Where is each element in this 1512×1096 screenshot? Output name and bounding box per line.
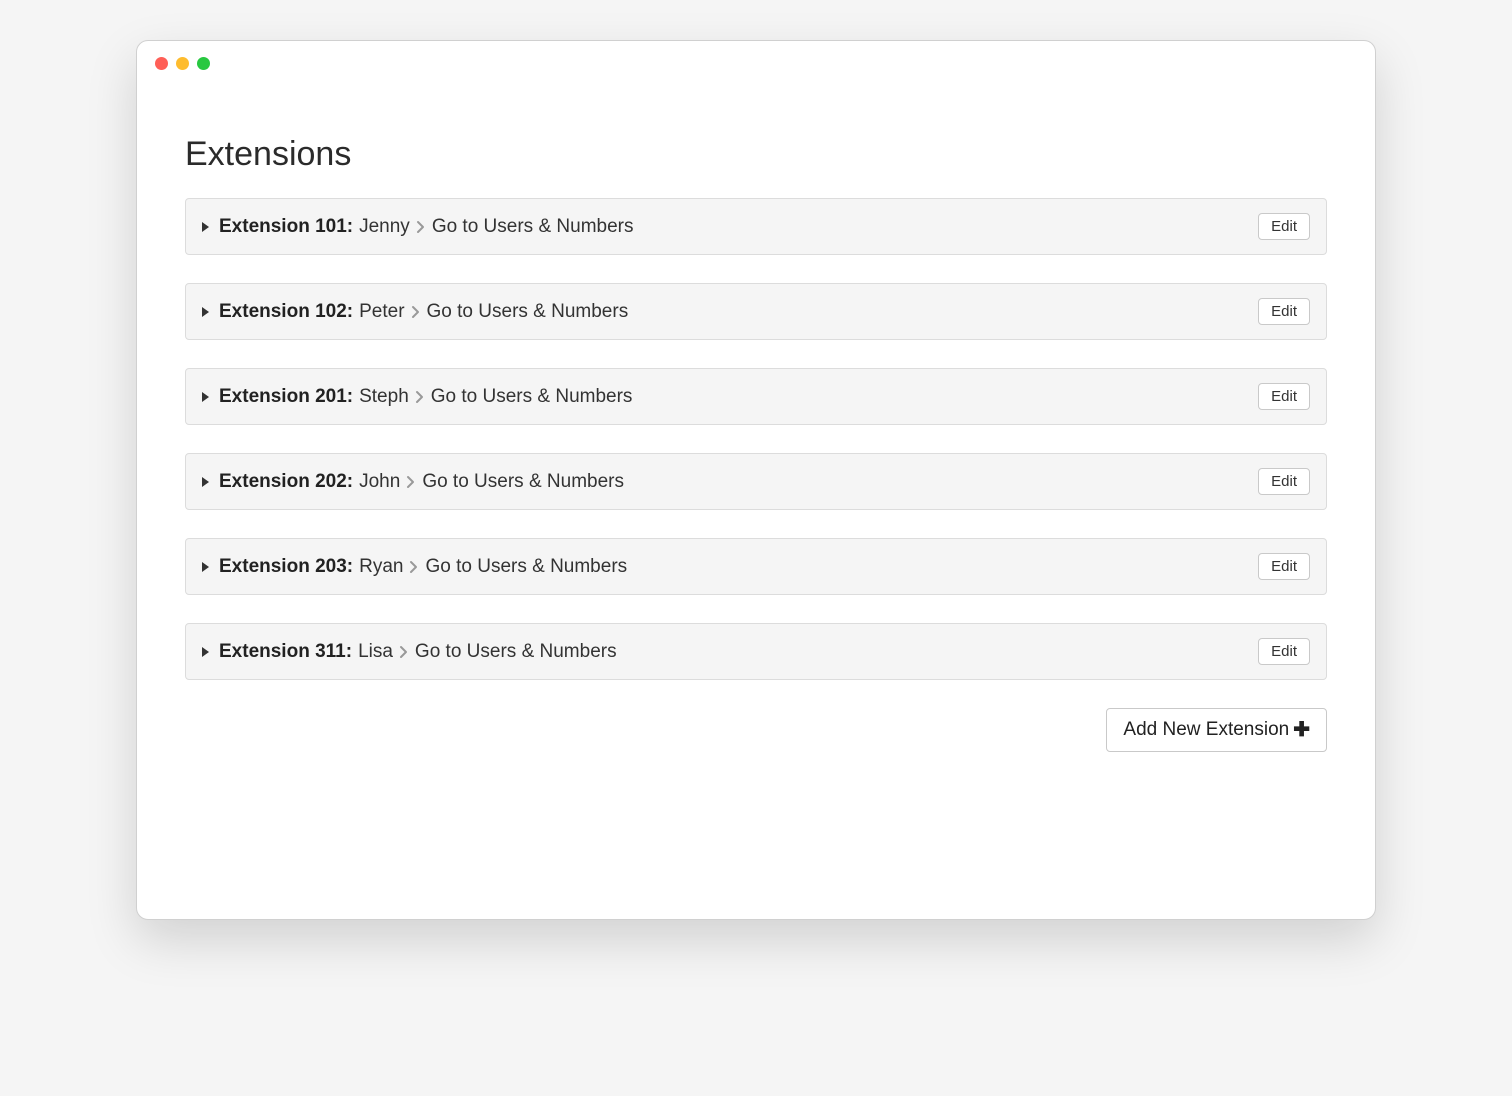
- chevron-right-icon: [409, 560, 419, 574]
- extension-info: Extension 101: Jenny Go to Users & Numbe…: [202, 216, 633, 238]
- caret-right-icon: [202, 477, 209, 487]
- edit-button[interactable]: Edit: [1258, 553, 1310, 580]
- edit-button[interactable]: Edit: [1258, 213, 1310, 240]
- extension-label: Extension 102:: [219, 301, 353, 323]
- extension-link[interactable]: Go to Users & Numbers: [415, 641, 617, 663]
- edit-button[interactable]: Edit: [1258, 383, 1310, 410]
- maximize-window-button[interactable]: [197, 57, 210, 70]
- extension-row[interactable]: Extension 101: Jenny Go to Users & Numbe…: [185, 198, 1327, 255]
- extension-user-name: Jenny: [359, 216, 410, 238]
- caret-right-icon: [202, 222, 209, 232]
- chevron-right-icon: [416, 220, 426, 234]
- close-window-button[interactable]: [155, 57, 168, 70]
- extension-user-name: Ryan: [359, 556, 403, 578]
- extension-user-name: Steph: [359, 386, 409, 408]
- caret-right-icon: [202, 392, 209, 402]
- extension-link[interactable]: Go to Users & Numbers: [425, 556, 627, 578]
- chevron-right-icon: [406, 475, 416, 489]
- edit-button[interactable]: Edit: [1258, 468, 1310, 495]
- content-area: Extensions Extension 101: Jenny Go to Us…: [137, 85, 1375, 792]
- chevron-right-icon: [415, 390, 425, 404]
- titlebar: [137, 41, 1375, 85]
- chevron-right-icon: [411, 305, 421, 319]
- plus-icon: ✚: [1293, 720, 1310, 740]
- extension-row[interactable]: Extension 202: John Go to Users & Number…: [185, 453, 1327, 510]
- app-window: Extensions Extension 101: Jenny Go to Us…: [136, 40, 1376, 920]
- chevron-right-icon: [399, 645, 409, 659]
- extension-user-name: Peter: [359, 301, 404, 323]
- extension-row[interactable]: Extension 311: Lisa Go to Users & Number…: [185, 623, 1327, 680]
- add-new-extension-button[interactable]: Add New Extension ✚: [1106, 708, 1327, 752]
- extension-user-name: John: [359, 471, 400, 493]
- extension-user-name: Lisa: [358, 641, 393, 663]
- caret-right-icon: [202, 647, 209, 657]
- extension-label: Extension 201:: [219, 386, 353, 408]
- extension-row[interactable]: Extension 201: Steph Go to Users & Numbe…: [185, 368, 1327, 425]
- add-section: Add New Extension ✚: [185, 708, 1327, 752]
- extension-row[interactable]: Extension 102: Peter Go to Users & Numbe…: [185, 283, 1327, 340]
- minimize-window-button[interactable]: [176, 57, 189, 70]
- extension-link[interactable]: Go to Users & Numbers: [422, 471, 624, 493]
- extension-info: Extension 311: Lisa Go to Users & Number…: [202, 641, 617, 663]
- caret-right-icon: [202, 307, 209, 317]
- extension-link[interactable]: Go to Users & Numbers: [432, 216, 634, 238]
- extensions-list: Extension 101: Jenny Go to Users & Numbe…: [185, 198, 1327, 680]
- caret-right-icon: [202, 562, 209, 572]
- extension-label: Extension 311:: [219, 641, 352, 663]
- extension-info: Extension 201: Steph Go to Users & Numbe…: [202, 386, 632, 408]
- extension-info: Extension 102: Peter Go to Users & Numbe…: [202, 301, 628, 323]
- extension-label: Extension 203:: [219, 556, 353, 578]
- extension-link[interactable]: Go to Users & Numbers: [431, 386, 633, 408]
- add-button-label: Add New Extension: [1123, 719, 1289, 741]
- extension-label: Extension 202:: [219, 471, 353, 493]
- extension-link[interactable]: Go to Users & Numbers: [427, 301, 629, 323]
- traffic-lights: [155, 57, 210, 70]
- page-title: Extensions: [185, 135, 1327, 174]
- edit-button[interactable]: Edit: [1258, 638, 1310, 665]
- extension-info: Extension 202: John Go to Users & Number…: [202, 471, 624, 493]
- extension-label: Extension 101:: [219, 216, 353, 238]
- edit-button[interactable]: Edit: [1258, 298, 1310, 325]
- extension-info: Extension 203: Ryan Go to Users & Number…: [202, 556, 627, 578]
- extension-row[interactable]: Extension 203: Ryan Go to Users & Number…: [185, 538, 1327, 595]
